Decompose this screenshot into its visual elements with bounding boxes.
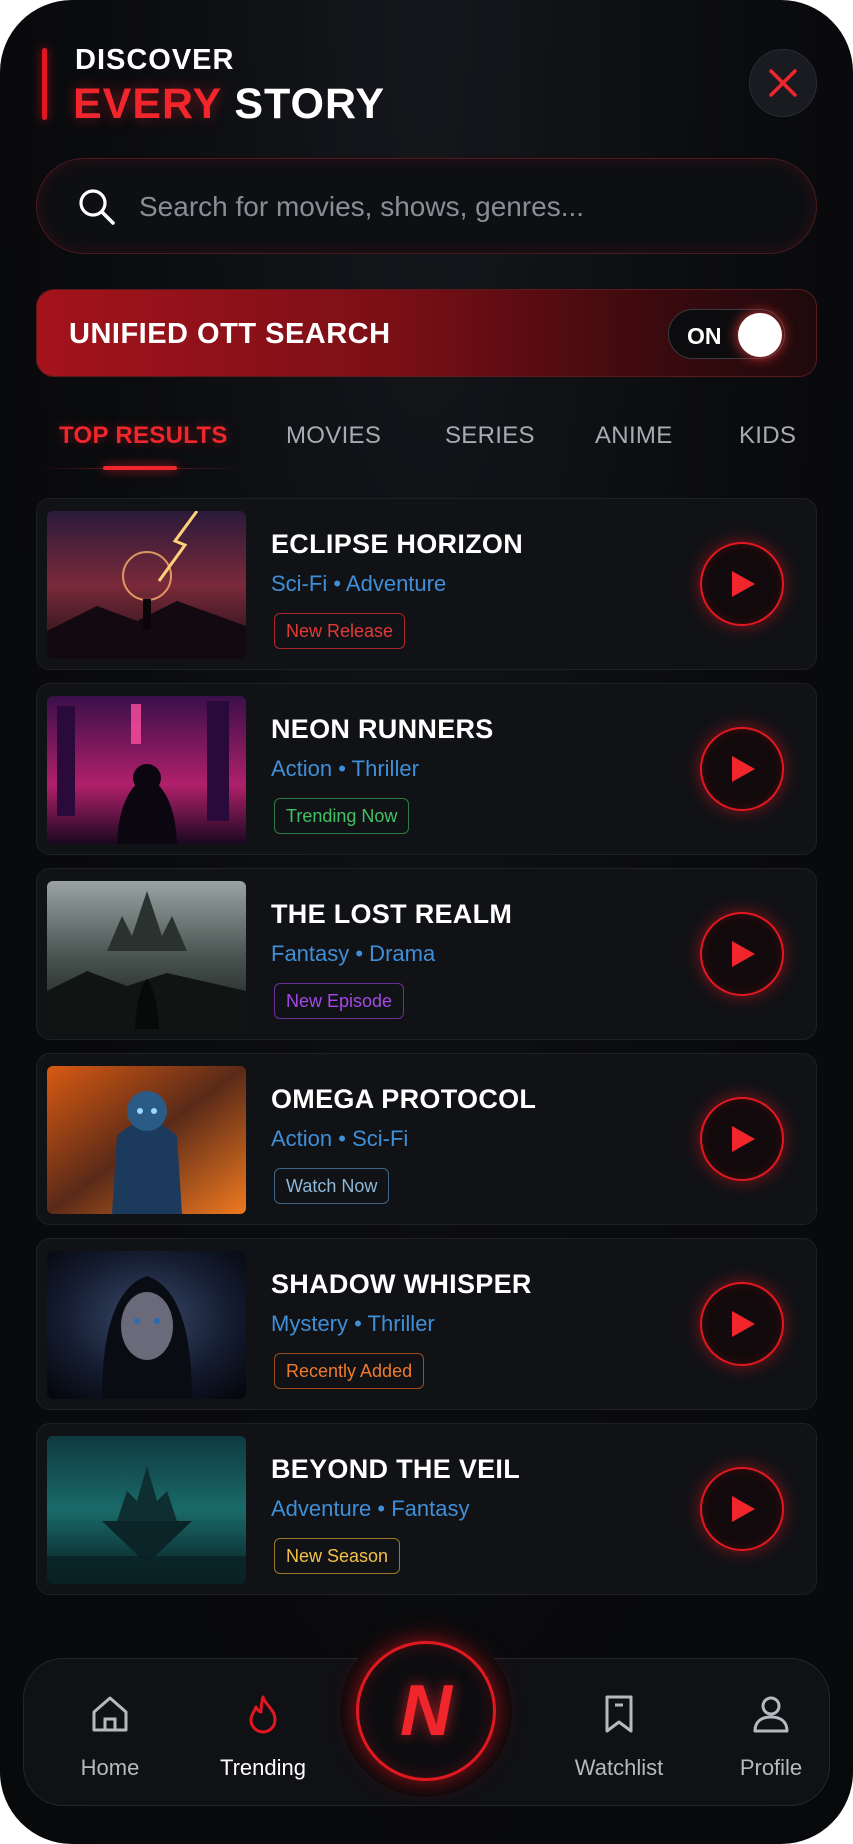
search-icon [79, 189, 115, 225]
result-title: THE LOST REALM [271, 899, 513, 929]
result-genres: Sci-Fi • Adventure [271, 571, 447, 596]
page-title-highlight: EVERY [73, 80, 222, 128]
poster-image [47, 881, 246, 1029]
poster-image [47, 696, 246, 844]
play-button[interactable] [700, 1097, 784, 1181]
tab-series[interactable]: SERIES [445, 422, 535, 450]
poster-image [47, 511, 246, 659]
nav-watchlist-label: Watchlist [574, 1755, 664, 1780]
play-icon [732, 756, 755, 782]
nav-trending-label: Trending [219, 1755, 306, 1780]
result-title: SHADOW WHISPER [271, 1269, 532, 1299]
category-tabs: TOP RESULTS MOVIES SERIES ANIME KIDS [36, 418, 817, 472]
search-input[interactable]: Search for movies, shows, genres... [36, 158, 817, 254]
result-genres: Fantasy • Drama [271, 941, 436, 966]
result-genres: Mystery • Thriller [271, 1311, 435, 1336]
nav-profile[interactable]: Profile [701, 1659, 841, 1807]
status-badge: Recently Added [274, 1353, 425, 1389]
page-title-top: DISCOVER [75, 44, 235, 76]
result-genres: Action • Sci-Fi [271, 1126, 409, 1151]
result-card[interactable]: BEYOND THE VEIL Adventure • Fantasy New … [36, 1423, 817, 1595]
unified-search-toggle[interactable]: ON [668, 309, 785, 359]
nav-watchlist[interactable]: Watchlist [549, 1659, 689, 1807]
page-title: EVERY STORY [73, 80, 385, 129]
active-tab-indicator [103, 466, 177, 470]
toggle-knob [738, 313, 782, 357]
result-title: ECLIPSE HORIZON [271, 529, 524, 559]
play-icon [732, 571, 755, 597]
play-button[interactable] [700, 912, 784, 996]
unified-search-banner: UNIFIED OTT SEARCH ON [36, 289, 817, 377]
status-badge: Watch Now [274, 1168, 390, 1204]
play-button[interactable] [700, 727, 784, 811]
play-icon [732, 1496, 755, 1522]
flame-icon [249, 1695, 277, 1734]
result-genres: Adventure • Fantasy [271, 1496, 470, 1521]
close-button[interactable] [749, 49, 817, 117]
result-title: BEYOND THE VEIL [271, 1454, 521, 1484]
tab-movies[interactable]: MOVIES [286, 422, 381, 450]
profile-icon [753, 1696, 789, 1733]
status-badge: Trending Now [274, 798, 410, 834]
poster-image [47, 1251, 246, 1399]
unified-search-label: UNIFIED OTT SEARCH [69, 318, 391, 350]
play-button[interactable] [700, 542, 784, 626]
poster-image [47, 1066, 246, 1214]
status-badge: New Episode [274, 983, 405, 1019]
play-button[interactable] [700, 1282, 784, 1366]
nav-home[interactable]: Home [40, 1659, 180, 1807]
nav-trending[interactable]: Trending [193, 1659, 333, 1807]
result-card[interactable]: OMEGA PROTOCOL Action • Sci-Fi Watch Now [36, 1053, 817, 1225]
result-card[interactable]: SHADOW WHISPER Mystery • Thriller Recent… [36, 1238, 817, 1410]
app-screen: DISCOVER EVERY STORY Search for movies, … [0, 0, 853, 1844]
play-icon [732, 1311, 755, 1337]
center-logo-button[interactable]: N [356, 1641, 496, 1781]
play-button[interactable] [700, 1467, 784, 1551]
close-icon [769, 69, 797, 97]
tab-top-results[interactable]: TOP RESULTS [59, 422, 228, 450]
poster-image [47, 1436, 246, 1584]
play-icon [732, 1126, 755, 1152]
result-title: NEON RUNNERS [271, 714, 494, 744]
tab-anime[interactable]: ANIME [595, 422, 673, 450]
tab-kids[interactable]: KIDS [739, 422, 796, 450]
bookmark-icon [605, 1695, 633, 1733]
play-icon [732, 941, 755, 967]
status-badge: New Season [274, 1538, 401, 1574]
result-title: OMEGA PROTOCOL [271, 1084, 537, 1114]
nav-profile-label: Profile [739, 1755, 803, 1780]
home-icon [92, 1696, 128, 1732]
result-card[interactable]: NEON RUNNERS Action • Thriller Trending … [36, 683, 817, 855]
toggle-state-label: ON [687, 323, 722, 349]
header-accent-bar [42, 48, 47, 120]
search-placeholder: Search for movies, shows, genres... [139, 191, 585, 222]
result-card[interactable]: THE LOST REALM Fantasy • Drama New Episo… [36, 868, 817, 1040]
status-badge: New Release [274, 613, 406, 649]
nav-home-label: Home [80, 1755, 140, 1780]
result-card[interactable]: ECLIPSE HORIZON Sci-Fi • Adventure New R… [36, 498, 817, 670]
result-genres: Action • Thriller [271, 756, 419, 781]
page-title-rest: STORY [234, 80, 386, 128]
app-logo-icon: N [400, 1671, 452, 1751]
